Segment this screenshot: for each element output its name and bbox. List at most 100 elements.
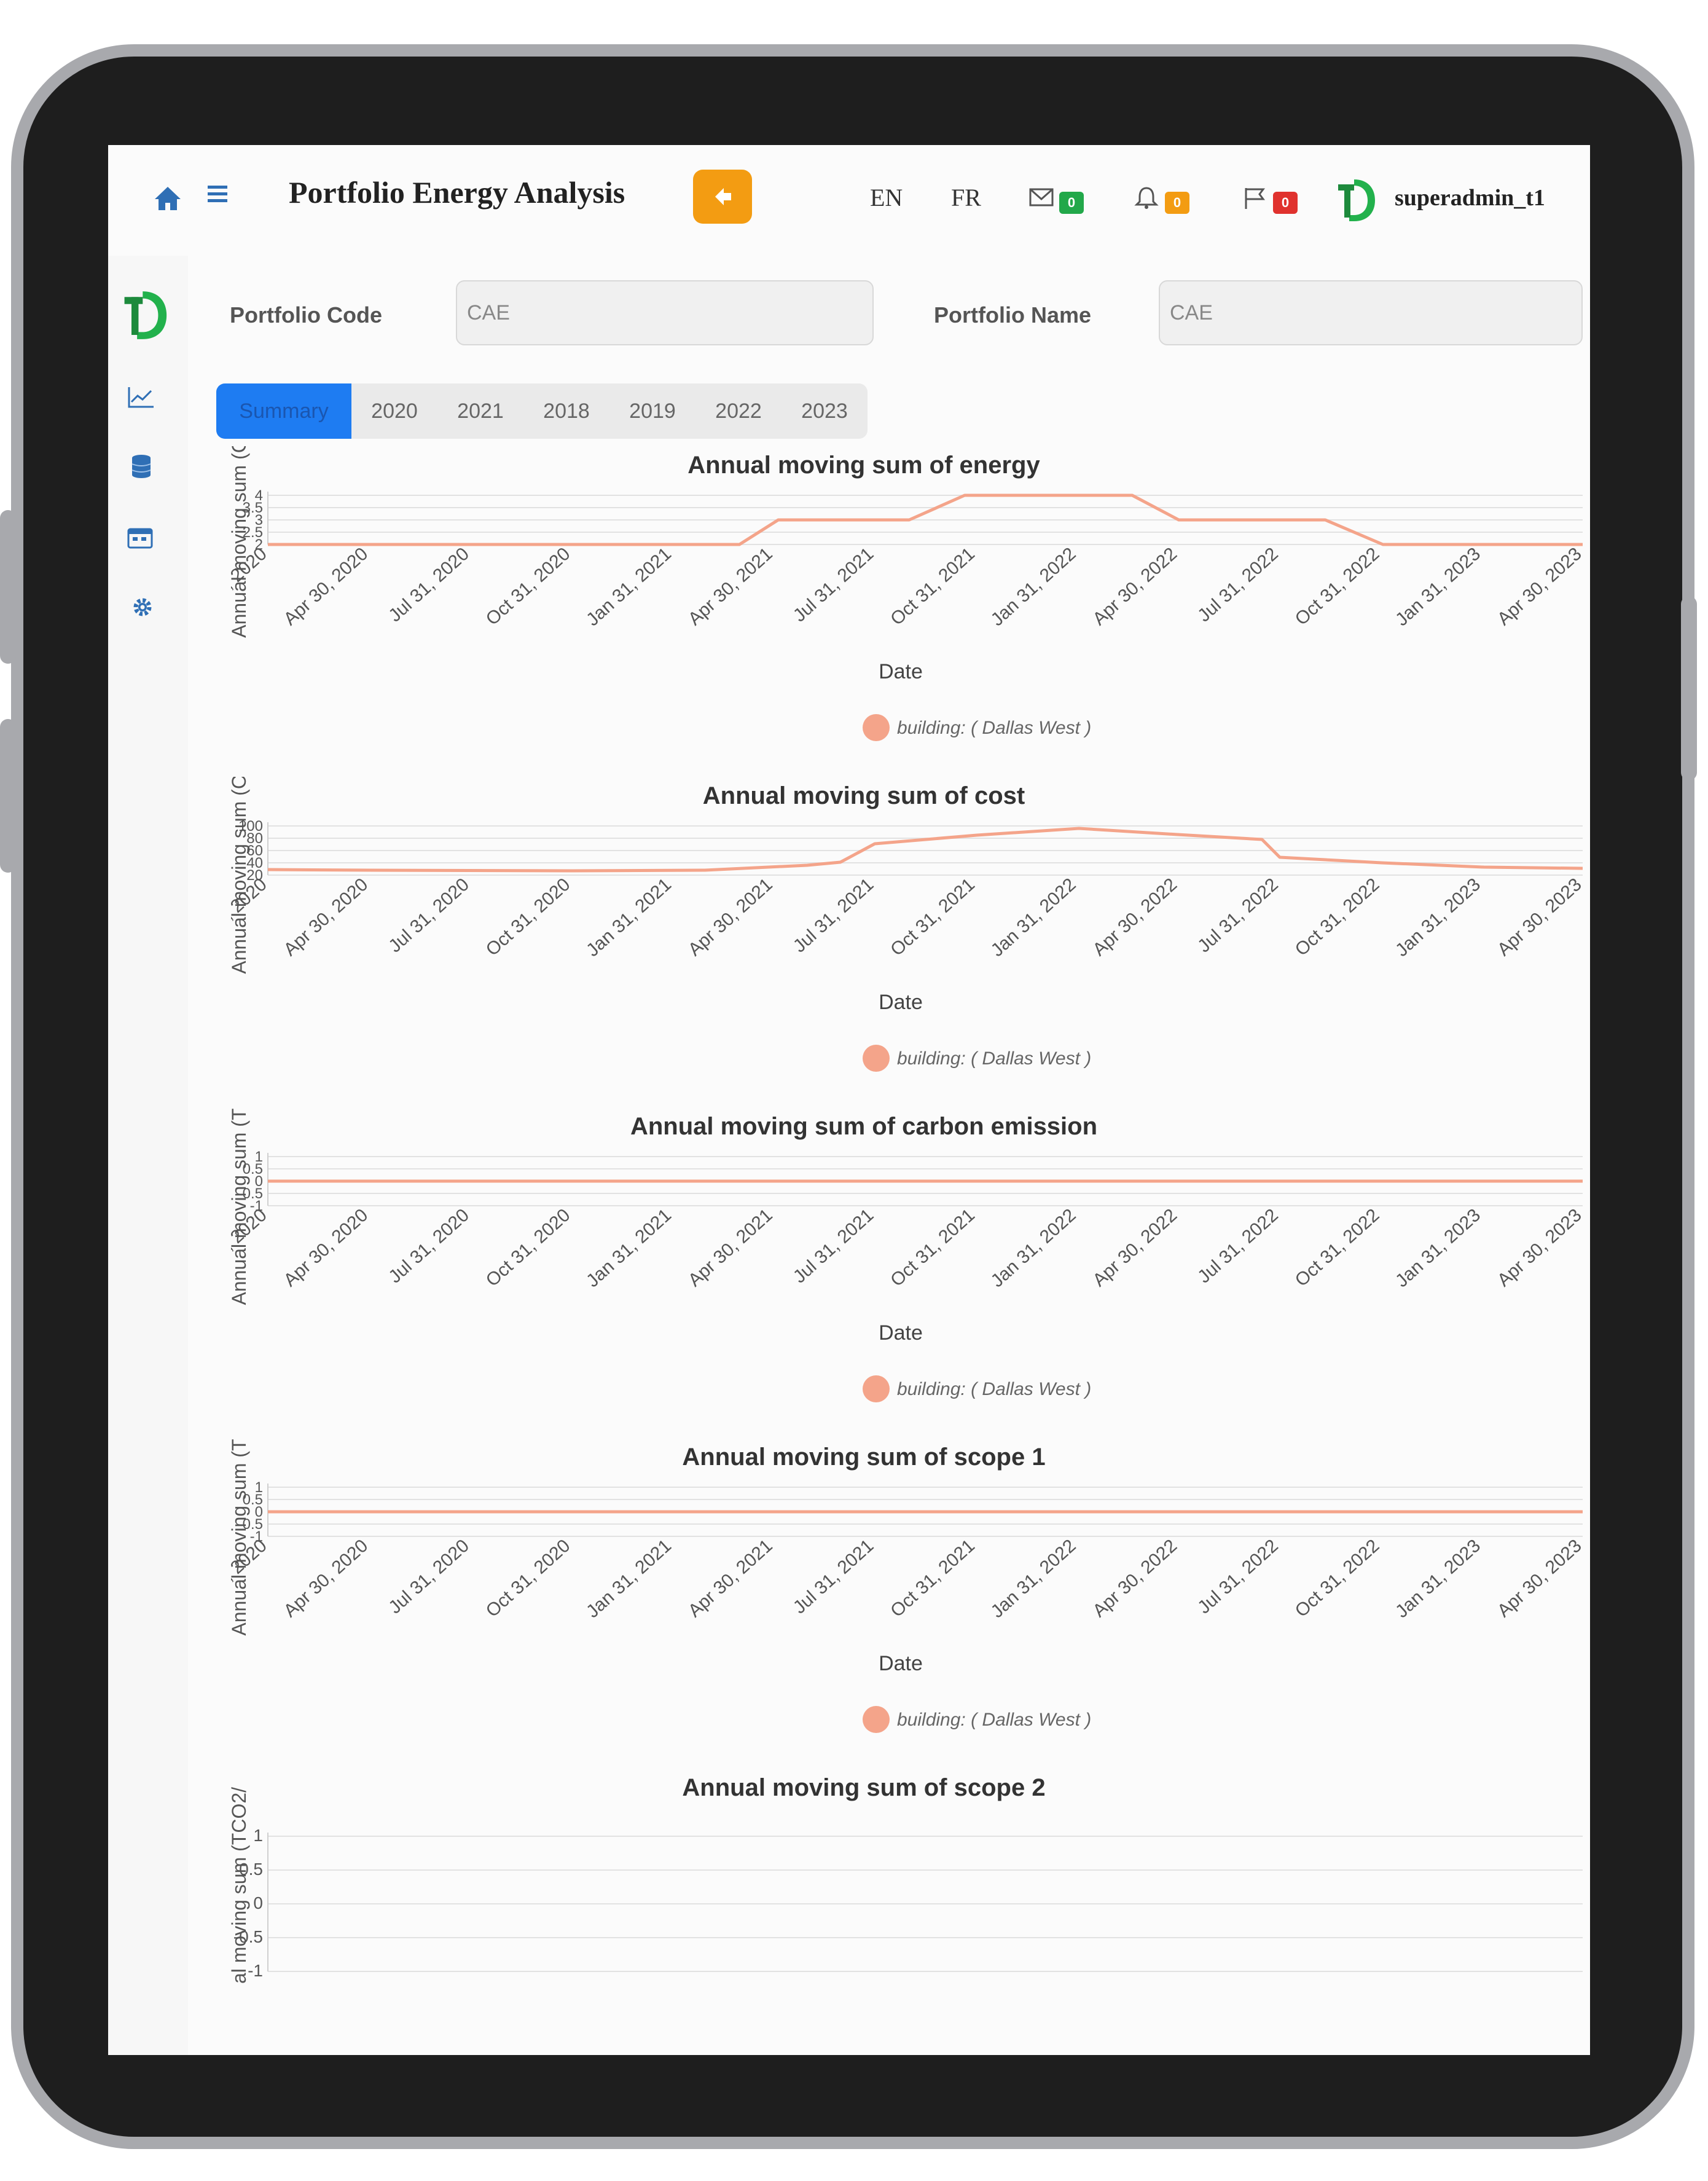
x-tick-label: Apr 30, 2021 (684, 1205, 777, 1291)
y-tick-label: -1 (248, 1961, 263, 1980)
y-axis-label: Annual moving sum (C (231, 446, 250, 638)
x-tick-label: Oct 31, 2020 (482, 1205, 574, 1291)
x-tick-label: Jan 31, 2022 (987, 1536, 1080, 1622)
year-tabs: Summary 2020 2021 2018 2019 2022 2023 (216, 383, 868, 439)
x-tick-label: Jul 31, 2022 (1194, 1536, 1282, 1618)
bell-icon (1134, 187, 1159, 209)
flags-button[interactable]: 0 (1242, 186, 1310, 214)
x-tick-label: Oct 31, 2021 (887, 874, 979, 960)
chart-title: Annual moving sum of cost (703, 782, 1025, 809)
app-screen: Portfolio Energy Analysis EN FR 0 0 0 su… (108, 145, 1590, 2055)
portfolio-name-field[interactable]: CAE (1159, 280, 1583, 345)
tablet-side-button (0, 510, 16, 664)
calendar-icon[interactable] (127, 526, 154, 552)
x-tick-label: Jan 31, 2023 (1392, 874, 1484, 961)
user-menu[interactable]: superadmin_t1 (1395, 184, 1545, 211)
chart-title: Annual moving sum of scope 2 (682, 1774, 1045, 1801)
x-tick-label: Apr 30, 2022 (1089, 1536, 1181, 1621)
x-tick-label: Oct 31, 2022 (1291, 874, 1384, 960)
x-axis-label: Date (879, 1321, 923, 1345)
x-tick-label: Oct 31, 2022 (1291, 544, 1384, 629)
x-tick-label: Apr 30, 2023 (1494, 874, 1586, 960)
legend-label: building: ( Dallas West ) (897, 1710, 1091, 1730)
tab-2022[interactable]: 2022 (695, 383, 782, 439)
legend-marker (863, 714, 890, 741)
legend-label: building: ( Dallas West ) (897, 1379, 1091, 1399)
energy-chart: Annual moving sum of energy Annual moving… (231, 446, 1590, 778)
top-navbar: Portfolio Energy Analysis EN FR 0 0 0 su… (108, 145, 1590, 256)
x-tick-label: Jul 31, 2022 (1194, 1205, 1282, 1287)
x-tick-label: Apr 30, 2020 (280, 544, 372, 629)
x-tick-label: Apr 30, 2023 (1494, 1536, 1586, 1621)
portfolio-code-field[interactable]: CAE (456, 280, 874, 345)
x-tick-label: Jan 31, 2021 (582, 544, 675, 631)
database-icon[interactable] (130, 454, 152, 482)
y-tick-label: 100 (238, 818, 263, 835)
x-tick-label: Jan 31, 2021 (582, 1536, 675, 1622)
alerts-badge: 0 (1165, 192, 1189, 214)
chart-title: Annual moving sum of scope 1 (682, 1444, 1045, 1471)
flag-icon (1245, 188, 1265, 209)
arrow-left-icon (715, 188, 731, 205)
home-icon[interactable] (152, 183, 183, 214)
x-tick-label: Jul 31, 2021 (789, 544, 878, 626)
portfolio-code-label: Portfolio Code (230, 302, 382, 328)
x-axis-label: Date (879, 1652, 923, 1675)
x-tick-label: Apr 30, 2020 (280, 874, 372, 960)
tab-2018[interactable]: 2018 (523, 383, 609, 439)
x-tick-label: Apr 30, 2023 (1494, 544, 1586, 629)
tab-2023[interactable]: 2023 (782, 383, 868, 439)
x-tick-label: Jul 31, 2021 (789, 1205, 878, 1287)
x-tick-label: Oct 31, 2020 (482, 544, 574, 629)
x-tick-label: Jul 31, 2022 (1194, 874, 1282, 957)
x-tick-label: Jan 31, 2022 (987, 1205, 1080, 1292)
x-tick-label: Jul 31, 2021 (789, 874, 878, 957)
y-tick-label: 0.5 (239, 1860, 263, 1879)
page-title: Portfolio Energy Analysis (289, 175, 625, 210)
x-tick-label: Oct 31, 2020 (482, 1536, 574, 1621)
tab-summary[interactable]: Summary (216, 383, 351, 439)
x-tick-label: Jan 31, 2023 (1392, 1205, 1484, 1292)
y-tick-label: -0.5 (233, 1927, 263, 1946)
messages-button[interactable]: 0 (1028, 186, 1096, 214)
x-tick-label: Jan 31, 2022 (987, 544, 1080, 631)
y-tick-label: 1 (255, 1149, 263, 1165)
legend-marker (863, 1706, 890, 1733)
hamburger-menu-icon[interactable] (205, 182, 230, 206)
tab-2020[interactable]: 2020 (351, 383, 437, 439)
scope-1-chart: Annual moving sum of scope 1 Annual movin… (231, 1438, 1590, 1770)
legend-label: building: ( Dallas West ) (897, 718, 1091, 738)
tablet-side-button (0, 719, 16, 873)
legend-marker (863, 1045, 890, 1072)
x-tick-label: Jan 31, 2023 (1392, 1536, 1484, 1622)
x-tick-label: Jul 31, 2021 (789, 1536, 878, 1618)
cost-chart: Annual moving sum of cost Annual moving s… (231, 777, 1590, 1109)
x-tick-label: Jul 31, 2020 (385, 1205, 473, 1287)
x-tick-label: Apr 30, 2021 (684, 544, 777, 629)
x-axis-label: Date (879, 991, 923, 1014)
gear-icon[interactable] (131, 596, 154, 621)
x-tick-label: Oct 31, 2022 (1291, 1536, 1384, 1621)
tab-2019[interactable]: 2019 (609, 383, 695, 439)
x-tick-label: Oct 31, 2020 (482, 874, 574, 960)
legend-marker (863, 1375, 890, 1402)
tab-2021[interactable]: 2021 (437, 383, 523, 439)
language-fr-link[interactable]: FR (951, 183, 981, 212)
x-tick-label: Apr 30, 2020 (280, 1205, 372, 1291)
back-button[interactable] (693, 170, 752, 224)
x-tick-label: Jul 31, 2020 (385, 874, 473, 957)
x-tick-label: Apr 30, 2022 (1089, 874, 1181, 960)
x-tick-label: Jan 31, 2022 (987, 874, 1080, 961)
x-tick-label: Oct 31, 2021 (887, 1536, 979, 1621)
x-tick-label: Apr 30, 2021 (684, 874, 777, 960)
alerts-button[interactable]: 0 (1134, 186, 1202, 214)
language-en-link[interactable]: EN (870, 183, 903, 212)
scope-2-chart: Annual moving sum of scope 2 al moving su… (231, 1769, 1590, 2055)
legend-label: building: ( Dallas West ) (897, 1048, 1091, 1069)
x-tick-label: Oct 31, 2022 (1291, 1205, 1384, 1291)
x-tick-label: Jan 31, 2021 (582, 1205, 675, 1292)
x-tick-label: Oct 31, 2021 (887, 544, 979, 629)
line-chart-icon[interactable] (127, 385, 156, 412)
portfolio-name-label: Portfolio Name (934, 302, 1092, 328)
chart-title: Annual moving sum of energy (688, 452, 1040, 479)
